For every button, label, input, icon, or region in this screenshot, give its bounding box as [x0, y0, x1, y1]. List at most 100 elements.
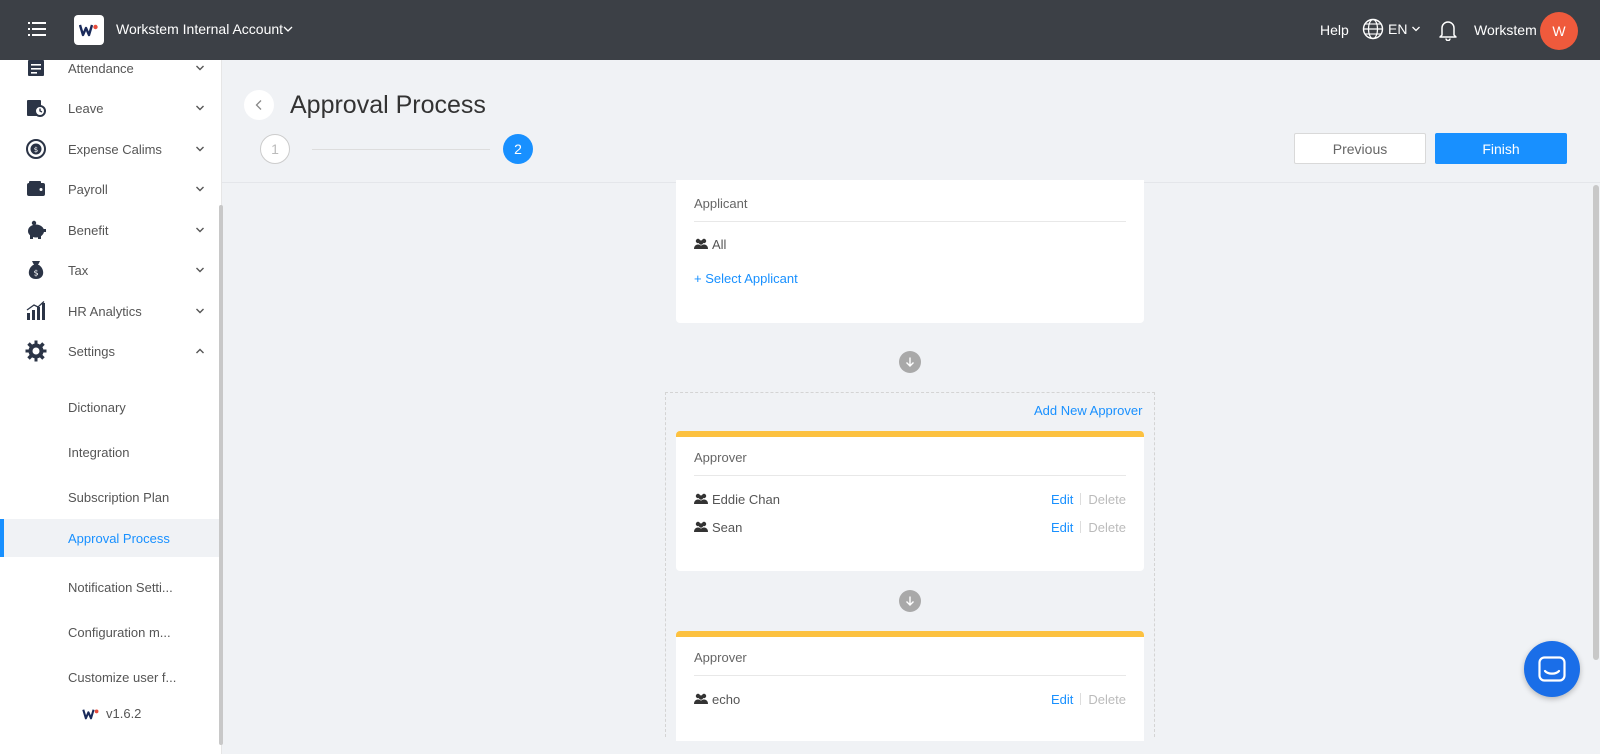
sidebar-item-expense-claims[interactable]: $ Expense Calims	[0, 129, 219, 169]
chevron-down-icon	[196, 308, 204, 314]
workstem-logo-icon	[79, 24, 98, 37]
sidebar-subitem-subscription-plan[interactable]: Subscription Plan	[0, 478, 219, 516]
sidebar-item-payroll[interactable]: Payroll	[0, 169, 219, 209]
bell-icon[interactable]	[1438, 19, 1458, 41]
sidebar-item-hr-analytics[interactable]: HR Analytics	[0, 291, 219, 331]
svg-text:$: $	[34, 146, 38, 154]
chat-icon	[1538, 656, 1566, 682]
edit-button[interactable]: Edit	[1051, 520, 1073, 535]
sidebar-scrollbar[interactable]	[219, 205, 223, 745]
approver-card-accent	[676, 431, 1144, 437]
edit-button[interactable]: Edit	[1051, 492, 1073, 507]
chevron-down-icon[interactable]	[282, 23, 294, 35]
svg-text:$: $	[33, 269, 38, 278]
sidebar-item-label: Tax	[68, 262, 89, 278]
card-title: Approver	[694, 450, 747, 465]
card-title: Applicant	[694, 196, 748, 211]
finish-button[interactable]: Finish	[1435, 133, 1567, 164]
language-selector[interactable]: EN	[1362, 18, 1421, 40]
sidebar-subitem-customize-user-fields[interactable]: Customize user f...	[0, 658, 219, 696]
list-item: Sean Edit Delete	[694, 517, 1126, 537]
sidebar-item-settings[interactable]: Settings	[0, 331, 219, 371]
sidebar-item-label: Attendance	[68, 60, 134, 76]
arrow-down-icon	[899, 351, 921, 373]
list-item: echo Edit Delete	[694, 689, 1126, 709]
chevron-down-icon	[196, 186, 204, 192]
step-2[interactable]: 2	[503, 134, 533, 164]
sidebar-item-tax[interactable]: $ Tax	[0, 250, 219, 290]
leave-icon	[25, 97, 47, 119]
gear-icon	[25, 340, 47, 362]
sidebar-item-label: Leave	[68, 100, 104, 116]
people-icon	[694, 521, 708, 532]
chevron-down-icon	[1412, 26, 1421, 32]
approver-card: Approver Eddie Chan Edit Delete Sean Edi…	[676, 431, 1144, 571]
delete-button[interactable]: Delete	[1088, 692, 1126, 707]
add-new-approver-link[interactable]: Add New Approver	[1034, 403, 1142, 418]
avatar[interactable]: W	[1540, 12, 1578, 50]
workstem-logo[interactable]	[74, 15, 104, 45]
sidebar-subitem-label: Dictionary	[68, 399, 126, 415]
chevron-down-icon	[196, 65, 204, 71]
chevron-down-icon	[196, 105, 204, 111]
language-label: EN	[1388, 21, 1408, 37]
piggy-bank-icon	[25, 219, 47, 241]
applicant-name: All	[712, 236, 727, 252]
sidebar-item-label: Settings	[68, 343, 115, 359]
sidebar-item-benefit[interactable]: Benefit	[0, 210, 219, 250]
list-item: All	[694, 234, 1126, 254]
sidebar-item-label: Expense Calims	[68, 141, 162, 157]
applicant-card: Applicant All + Select Applicant	[676, 180, 1144, 323]
workstem-logo-icon	[82, 708, 99, 719]
sidebar-subitem-notification-settings[interactable]: Notification Setti...	[0, 568, 219, 606]
back-button[interactable]	[244, 90, 274, 120]
delete-button[interactable]: Delete	[1088, 492, 1126, 507]
divider	[694, 221, 1126, 222]
app-version: v1.6.2	[82, 706, 141, 721]
chevron-left-icon	[255, 100, 262, 110]
chevron-down-icon	[196, 146, 204, 152]
bar-chart-icon	[25, 300, 47, 322]
edit-button[interactable]: Edit	[1051, 692, 1073, 707]
previous-button[interactable]: Previous	[1294, 133, 1426, 164]
card-title: Approver	[694, 650, 747, 665]
chevron-down-icon	[196, 267, 204, 273]
sidebar-item-leave[interactable]: Leave	[0, 88, 219, 128]
approver-card-accent	[676, 631, 1144, 637]
sidebar-subitem-integration[interactable]: Integration	[0, 433, 219, 471]
approver-name: echo	[712, 691, 741, 707]
help-link[interactable]: Help	[1320, 22, 1349, 38]
step-1[interactable]: 1	[260, 134, 290, 164]
expense-icon: $	[25, 138, 47, 160]
people-icon	[694, 493, 708, 504]
chat-launcher-button[interactable]	[1524, 641, 1580, 697]
separator	[1080, 493, 1082, 505]
separator	[1080, 693, 1082, 705]
list-item: Eddie Chan Edit Delete	[694, 489, 1126, 509]
delete-button[interactable]: Delete	[1088, 520, 1126, 535]
step-connector	[312, 149, 490, 150]
people-icon	[694, 238, 708, 249]
people-icon	[694, 693, 708, 704]
sidebar-subitem-dictionary[interactable]: Dictionary	[0, 388, 219, 426]
wallet-icon	[25, 178, 47, 200]
money-bag-icon: $	[25, 259, 47, 281]
select-applicant-link[interactable]: + Select Applicant	[694, 271, 798, 286]
chevron-down-icon	[196, 227, 204, 233]
sidebar-item-attendance[interactable]: Attendance	[0, 60, 219, 88]
separator	[1080, 521, 1082, 533]
sidebar-subitem-approval-process[interactable]: Approval Process	[0, 519, 219, 557]
account-name[interactable]: Workstem Internal Account	[116, 21, 283, 37]
user-name[interactable]: Workstem	[1474, 22, 1537, 38]
menu-icon[interactable]	[28, 20, 46, 38]
page-title: Approval Process	[290, 91, 486, 119]
top-bar: Workstem Internal Account Help EN Workst…	[0, 0, 1600, 60]
sidebar-subitem-label: Notification Setti...	[68, 579, 173, 595]
sidebar-subitem-label: Subscription Plan	[68, 489, 170, 505]
main-scrollbar[interactable]	[1593, 185, 1599, 660]
sidebar: Attendance Leave $ Expense Calims Payrol…	[0, 60, 222, 754]
sidebar-subitem-label: Customize user f...	[68, 669, 177, 685]
divider	[694, 475, 1126, 476]
sidebar-subitem-configuration[interactable]: Configuration m...	[0, 613, 219, 651]
approver-name: Eddie Chan	[712, 491, 780, 507]
